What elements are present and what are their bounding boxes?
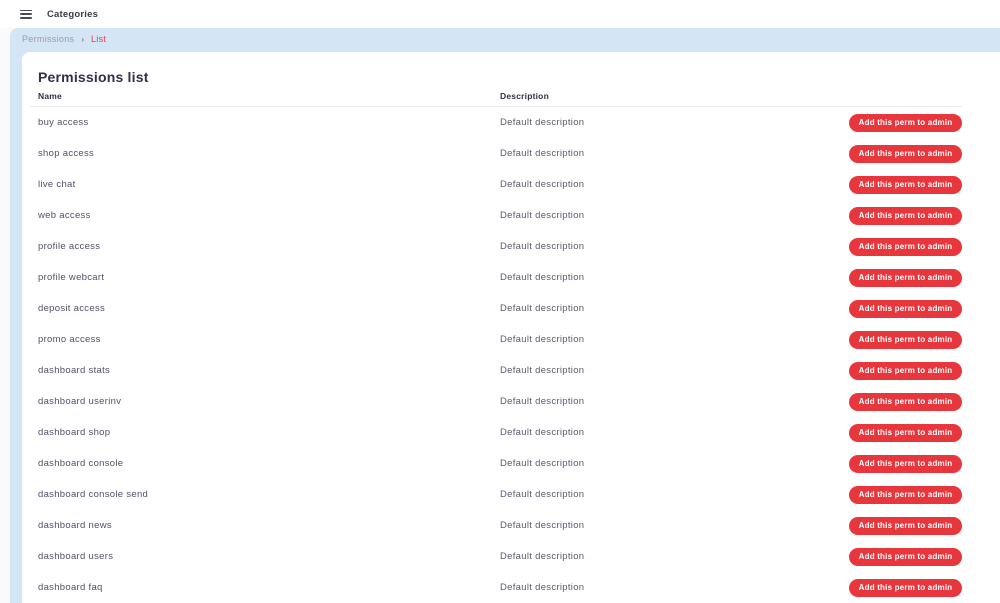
add-perm-to-admin-button[interactable]: Add this perm to admin: [849, 361, 962, 380]
add-perm-to-admin-button[interactable]: Add this perm to admin: [849, 392, 962, 411]
add-perm-to-admin-button[interactable]: Add this perm to admin: [849, 516, 962, 535]
topbar-title: Categories: [47, 8, 99, 20]
add-perm-to-admin-button[interactable]: Add this perm to admin: [849, 330, 962, 349]
permission-name: dashboard console: [38, 458, 124, 469]
permission-description: Default description: [500, 427, 585, 438]
permission-description: Default description: [500, 520, 585, 531]
add-perm-to-admin-button[interactable]: Add this perm to admin: [849, 144, 962, 163]
permission-name: profile webcart: [38, 272, 105, 283]
table-row: dashboard faq Default description Add th…: [30, 572, 962, 603]
permission-name: dashboard shop: [38, 427, 111, 438]
add-perm-to-admin-button[interactable]: Add this perm to admin: [849, 237, 962, 256]
row-action-cell: Add this perm to admin: [849, 175, 962, 194]
table-row: dashboard shop Default description Add t…: [30, 417, 962, 448]
breadcrumb: Permissions › List: [10, 28, 1000, 50]
hamburger-menu-icon[interactable]: [20, 9, 32, 19]
permission-name: dashboard news: [38, 520, 112, 531]
table-row: promo access Default description Add thi…: [30, 324, 962, 355]
add-perm-to-admin-button[interactable]: Add this perm to admin: [849, 578, 962, 597]
add-perm-to-admin-button[interactable]: Add this perm to admin: [849, 299, 962, 318]
row-action-cell: Add this perm to admin: [849, 516, 962, 535]
permission-description: Default description: [500, 396, 585, 407]
add-perm-to-admin-button[interactable]: Add this perm to admin: [849, 547, 962, 566]
permission-description: Default description: [500, 148, 585, 159]
permission-description: Default description: [500, 272, 585, 283]
permission-name: promo access: [38, 334, 101, 345]
permission-description: Default description: [500, 179, 585, 190]
table-row: profile access Default description Add t…: [30, 231, 962, 262]
permission-name: dashboard stats: [38, 365, 111, 376]
row-action-cell: Add this perm to admin: [849, 361, 962, 380]
table-row: dashboard news Default description Add t…: [30, 510, 962, 541]
table-row: live chat Default description Add this p…: [30, 169, 962, 200]
permission-name: profile access: [38, 241, 101, 252]
row-action-cell: Add this perm to admin: [849, 423, 962, 442]
add-perm-to-admin-button[interactable]: Add this perm to admin: [849, 175, 962, 194]
permission-name: live chat: [38, 179, 76, 190]
table-row: web access Default description Add this …: [30, 200, 962, 231]
row-action-cell: Add this perm to admin: [849, 113, 962, 132]
permissions-table: Name Description buy access Default desc…: [30, 91, 962, 603]
content-panel: Permissions › List Permissions list Name…: [10, 28, 1000, 603]
row-action-cell: Add this perm to admin: [849, 330, 962, 349]
row-action-cell: Add this perm to admin: [849, 454, 962, 473]
table-row: dashboard console Default description Ad…: [30, 448, 962, 479]
permission-description: Default description: [500, 334, 585, 345]
table-body: buy access Default description Add this …: [30, 107, 962, 603]
row-action-cell: Add this perm to admin: [849, 206, 962, 225]
table-header-row: Name Description: [30, 91, 962, 107]
permission-description: Default description: [500, 365, 585, 376]
add-perm-to-admin-button[interactable]: Add this perm to admin: [849, 423, 962, 442]
permission-name: shop access: [38, 148, 95, 159]
row-action-cell: Add this perm to admin: [849, 485, 962, 504]
table-row: buy access Default description Add this …: [30, 107, 962, 138]
permission-name: buy access: [38, 117, 89, 128]
permission-name: web access: [38, 210, 91, 221]
breadcrumb-list[interactable]: List: [91, 34, 106, 44]
permission-name: dashboard console send: [38, 489, 149, 500]
add-perm-to-admin-button[interactable]: Add this perm to admin: [849, 454, 962, 473]
page-title: Permissions list: [38, 69, 149, 85]
permission-description: Default description: [500, 210, 585, 221]
row-action-cell: Add this perm to admin: [849, 547, 962, 566]
permission-description: Default description: [500, 489, 585, 500]
row-action-cell: Add this perm to admin: [849, 392, 962, 411]
permission-description: Default description: [500, 551, 585, 562]
permission-name: dashboard userinv: [38, 396, 122, 407]
permissions-card: Permissions list Name Description buy ac…: [22, 52, 1000, 603]
permission-name: dashboard faq: [38, 582, 103, 593]
permission-description: Default description: [500, 241, 585, 252]
column-header-name: Name: [38, 91, 62, 101]
table-row: dashboard userinv Default description Ad…: [30, 386, 962, 417]
breadcrumb-permissions[interactable]: Permissions: [22, 34, 74, 44]
row-action-cell: Add this perm to admin: [849, 268, 962, 287]
permission-description: Default description: [500, 458, 585, 469]
add-perm-to-admin-button[interactable]: Add this perm to admin: [849, 113, 962, 132]
table-row: profile webcart Default description Add …: [30, 262, 962, 293]
permission-name: deposit access: [38, 303, 106, 314]
row-action-cell: Add this perm to admin: [849, 144, 962, 163]
table-row: deposit access Default description Add t…: [30, 293, 962, 324]
add-perm-to-admin-button[interactable]: Add this perm to admin: [849, 485, 962, 504]
column-header-description: Description: [500, 91, 549, 101]
table-row: dashboard stats Default description Add …: [30, 355, 962, 386]
table-row: dashboard users Default description Add …: [30, 541, 962, 572]
row-action-cell: Add this perm to admin: [849, 578, 962, 597]
permission-description: Default description: [500, 582, 585, 593]
add-perm-to-admin-button[interactable]: Add this perm to admin: [849, 206, 962, 225]
permission-name: dashboard users: [38, 551, 114, 562]
add-perm-to-admin-button[interactable]: Add this perm to admin: [849, 268, 962, 287]
table-row: shop access Default description Add this…: [30, 138, 962, 169]
breadcrumb-separator-icon: ›: [81, 34, 84, 44]
table-row: dashboard console send Default descripti…: [30, 479, 962, 510]
row-action-cell: Add this perm to admin: [849, 299, 962, 318]
top-bar: Categories: [0, 0, 1000, 28]
permission-description: Default description: [500, 303, 585, 314]
permission-description: Default description: [500, 117, 585, 128]
row-action-cell: Add this perm to admin: [849, 237, 962, 256]
